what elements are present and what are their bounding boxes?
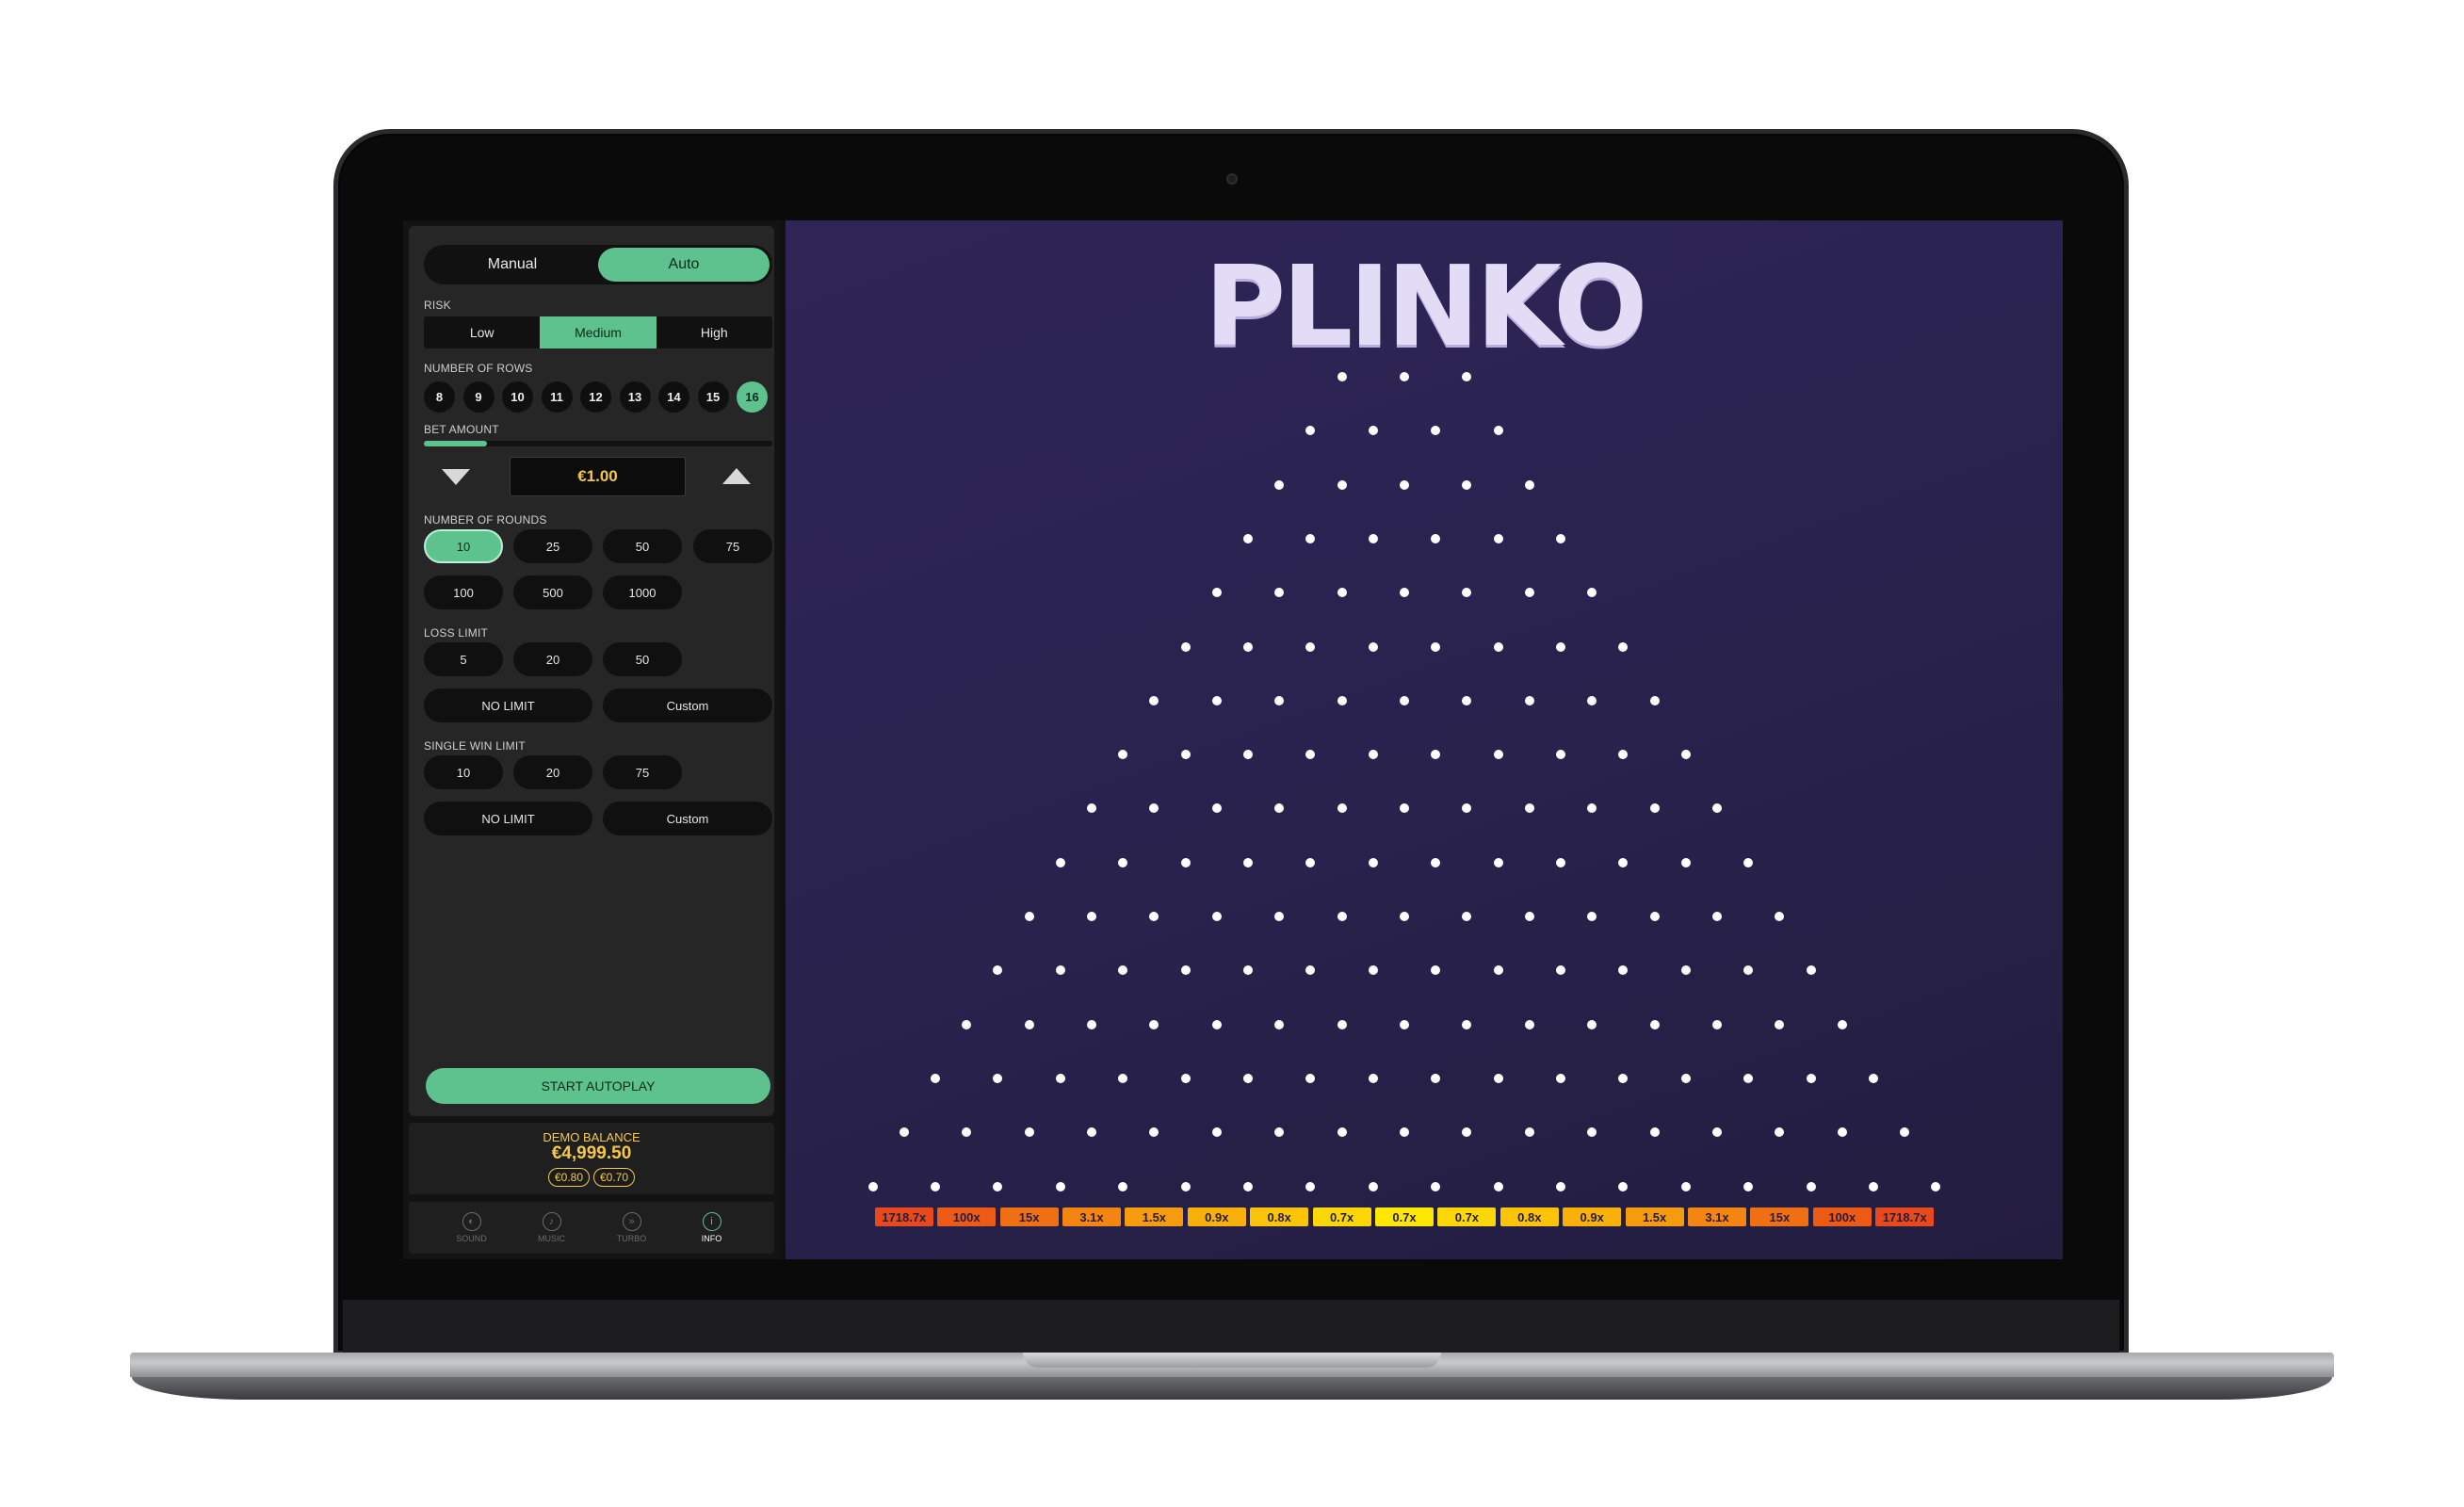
camera-icon	[1226, 173, 1238, 185]
arrow-up-icon	[722, 468, 751, 484]
win-limit-20-button[interactable]: 20	[513, 755, 592, 789]
recent-wins: €0.80 €0.70	[409, 1168, 774, 1187]
multiplier-slot: 0.7x	[1312, 1207, 1371, 1226]
rounds-label: NUMBER OF ROUNDS	[424, 513, 547, 527]
laptop-base-lower	[132, 1377, 2332, 1400]
bet-decrease-button[interactable]	[437, 458, 475, 495]
loss-limit-5-button[interactable]: 5	[424, 642, 503, 676]
multiplier-slot: 100x	[937, 1207, 997, 1226]
win-chip: €0.70	[593, 1168, 636, 1187]
risk-medium-button[interactable]: Medium	[540, 316, 657, 348]
rows-12-button[interactable]: 12	[580, 381, 611, 413]
multiplier-slot: 15x	[999, 1207, 1059, 1226]
arrow-down-icon	[442, 469, 470, 485]
bet-increase-button[interactable]	[718, 458, 755, 495]
win-limit-label: SINGLE WIN LIMIT	[424, 739, 526, 753]
mode-toggle: Manual Auto	[424, 245, 772, 284]
rows-13-button[interactable]: 13	[619, 381, 651, 413]
start-autoplay-button[interactable]: START AUTOPLAY	[426, 1068, 770, 1104]
win-custom-button[interactable]: Custom	[603, 802, 772, 835]
win-limit-75-button[interactable]: 75	[603, 755, 682, 789]
game-board: PLINKO 1718.7x 100x 15x 3.1x 1.5x 0.9x 0.8x 0.7…	[786, 220, 2063, 1259]
rows-selector: 8 9 10 11 12 13 14 15 16	[424, 381, 768, 413]
loss-limit-label: LOSS LIMIT	[424, 626, 489, 640]
rounds-500-button[interactable]: 500	[513, 575, 592, 609]
win-limit-10-button[interactable]: 10	[424, 755, 503, 789]
info-button[interactable]: i INFO	[679, 1202, 745, 1254]
multiplier-slot: 3.1x	[1688, 1207, 1746, 1226]
music-label: MUSIC	[538, 1234, 565, 1243]
control-panel: Manual Auto RISK Low Medium High NUMBER …	[403, 220, 780, 1259]
multiplier-slot: 0.8x	[1499, 1207, 1559, 1226]
balance-box: DEMO BALANCE €4,999.50 €0.80 €0.70	[409, 1123, 774, 1194]
manual-tab[interactable]: Manual	[427, 248, 598, 282]
rows-15-button[interactable]: 15	[697, 381, 729, 413]
rows-8-button[interactable]: 8	[424, 381, 455, 413]
rows-14-button[interactable]: 14	[658, 381, 689, 413]
rounds-100-button[interactable]: 100	[424, 575, 503, 609]
rows-11-button[interactable]: 11	[541, 381, 573, 413]
multiplier-slot: 0.9x	[1187, 1207, 1246, 1226]
multiplier-slot: 0.8x	[1250, 1207, 1309, 1226]
risk-selector: Low Medium High	[424, 316, 772, 348]
bet-amount-value[interactable]: €1.00	[510, 457, 686, 496]
music-icon: ♪	[542, 1212, 561, 1231]
balance-value: €4,999.50	[551, 1143, 632, 1163]
multiplier-slot: 1.5x	[1125, 1207, 1184, 1226]
win-no-limit-button[interactable]: NO LIMIT	[424, 802, 592, 835]
laptop-hinge-notch	[1023, 1353, 1441, 1368]
risk-low-button[interactable]: Low	[424, 316, 540, 348]
risk-high-button[interactable]: High	[657, 316, 772, 348]
rounds-50-button[interactable]: 50	[603, 529, 682, 563]
rows-10-button[interactable]: 10	[502, 381, 533, 413]
rows-label: NUMBER OF ROWS	[424, 362, 533, 375]
auto-tab[interactable]: Auto	[598, 248, 770, 282]
turbo-icon: »	[622, 1212, 641, 1231]
laptop-bezel	[343, 1300, 2119, 1353]
multiplier-slot: 0.9x	[1563, 1207, 1622, 1226]
multiplier-slot: 1718.7x	[1875, 1207, 1935, 1226]
info-icon: i	[702, 1212, 721, 1231]
rounds-25-button[interactable]: 25	[513, 529, 592, 563]
rows-16-button[interactable]: 16	[737, 381, 768, 413]
settings-panel: Manual Auto RISK Low Medium High NUMBER …	[409, 226, 774, 1116]
sound-label: SOUND	[456, 1234, 487, 1243]
turbo-label: TURBO	[616, 1234, 647, 1243]
multiplier-slot: 1.5x	[1625, 1207, 1684, 1226]
bet-slider-fill	[424, 441, 487, 446]
multiplier-slot: 100x	[1812, 1207, 1872, 1226]
loss-custom-button[interactable]: Custom	[603, 689, 772, 722]
info-label: INFO	[701, 1234, 722, 1243]
win-chip: €0.80	[547, 1168, 590, 1187]
turbo-button[interactable]: » TURBO	[599, 1202, 665, 1254]
multiplier-slot: 0.7x	[1437, 1207, 1497, 1226]
loss-limit-50-button[interactable]: 50	[603, 642, 682, 676]
bottom-toolbar: ◐ SOUND ♪ MUSIC » TURBO i INFO	[409, 1202, 774, 1254]
multiplier-slot: 15x	[1750, 1207, 1809, 1226]
multiplier-slot: 0.7x	[1375, 1207, 1434, 1226]
multiplier-slot: 3.1x	[1062, 1207, 1121, 1226]
bet-slider[interactable]	[424, 441, 772, 446]
loss-limit-20-button[interactable]: 20	[513, 642, 592, 676]
multiplier-slots: 1718.7x 100x 15x 3.1x 1.5x 0.9x 0.8x 0.7x 0.7x 0.…	[786, 220, 2063, 1259]
screen: Manual Auto RISK Low Medium High NUMBER …	[403, 220, 2063, 1259]
music-button[interactable]: ♪ MUSIC	[519, 1202, 585, 1254]
rounds-75-button[interactable]: 75	[693, 529, 772, 563]
sound-icon: ◐	[462, 1212, 481, 1231]
rows-9-button[interactable]: 9	[462, 381, 494, 413]
rounds-10-button[interactable]: 10	[424, 529, 503, 563]
bet-amount-label: BET AMOUNT	[424, 423, 499, 436]
multiplier-slot: 1718.7x	[874, 1207, 933, 1226]
sound-button[interactable]: ◐ SOUND	[439, 1202, 505, 1254]
loss-no-limit-button[interactable]: NO LIMIT	[424, 689, 592, 722]
risk-label: RISK	[424, 299, 451, 312]
rounds-1000-button[interactable]: 1000	[603, 575, 682, 609]
balance-title: DEMO BALANCE	[543, 1130, 640, 1144]
